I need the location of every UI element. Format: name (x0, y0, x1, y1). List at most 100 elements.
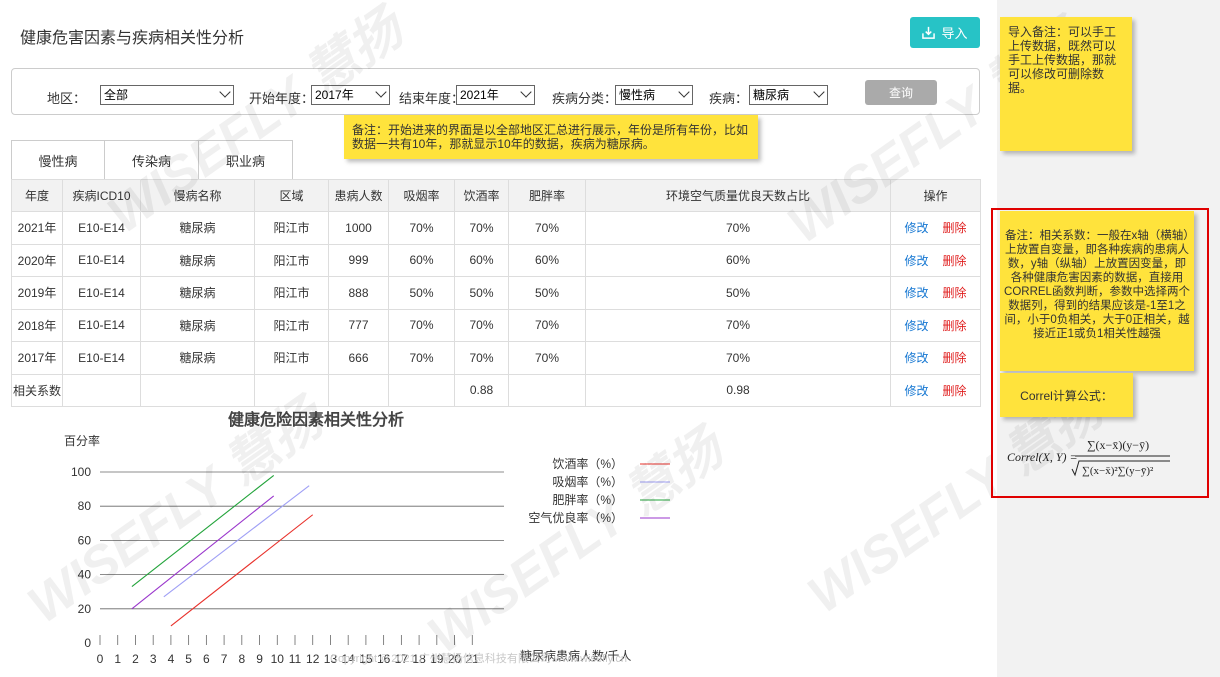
legend-label: 空气优良率（%） (528, 510, 623, 525)
delete-link[interactable]: 删除 (943, 319, 967, 333)
table-cell: 阳江市 (254, 341, 329, 375)
table-cell: 2019年 (11, 276, 63, 310)
start-year-select[interactable]: 2017年 (311, 85, 390, 105)
table-row: 2019年 E10-E14 糖尿病 阳江市 888 50% 50% 50% 50% 修改 删除 (11, 276, 981, 310)
category-select[interactable]: 慢性病 (615, 85, 693, 105)
table-cell: 70% (454, 308, 509, 342)
data-table: 年度 疾病ICD10 慢病名称 区域 患病人数 吸烟率 饮酒率 肥胖率 环境空气… (11, 179, 981, 407)
table-row: 2017年 E10-E14 糖尿病 阳江市 666 70% 70% 70% 70% 修改 删除 (11, 341, 981, 375)
x-tick-label: 4 (168, 652, 175, 666)
series-line (131, 474, 275, 588)
x-tick-label: 2 (132, 652, 139, 666)
x-tick-label: 0 (97, 652, 104, 666)
x-tick-label: 11 (289, 652, 302, 666)
table-cell (508, 373, 586, 407)
row-actions: 修改 删除 (890, 341, 981, 375)
edit-link[interactable]: 修改 (904, 286, 928, 300)
column-header: 年度 (11, 179, 63, 212)
table-cell: 50% (508, 276, 586, 310)
table-cell: 60% (508, 243, 586, 277)
table-cell: E10-E14 (62, 211, 141, 245)
category-label: 疾病分类： (552, 91, 618, 106)
y-axis-label: 百分率 (64, 433, 100, 448)
tab-chronic[interactable]: 慢性病 (11, 140, 105, 180)
legend-label: 吸烟率（%） (552, 474, 623, 489)
column-header: 环境空气质量优良天数占比 (585, 179, 891, 212)
table-cell: 70% (585, 211, 891, 245)
end-year-select[interactable]: 2021年 (456, 85, 535, 105)
chevron-down-icon (813, 86, 825, 98)
table-cell: 阳江市 (254, 308, 329, 342)
edit-link[interactable]: 修改 (904, 351, 928, 365)
column-header: 患病人数 (328, 179, 389, 212)
table-cell: 糖尿病 (140, 276, 255, 310)
start-year-label: 开始年度： (249, 91, 315, 106)
y-tick-label: 80 (78, 499, 92, 513)
correlation-row: 相关系数 0.88 0.98 修改 删除 (11, 373, 981, 407)
x-tick-label: 8 (238, 652, 245, 666)
table-cell: 糖尿病 (140, 243, 255, 277)
table-cell (254, 373, 329, 407)
table-cell: 70% (508, 341, 586, 375)
edit-link[interactable]: 修改 (904, 319, 928, 333)
table-cell: 70% (388, 308, 455, 342)
delete-link[interactable]: 删除 (943, 351, 967, 365)
correlation-line-chart: 百分率0204060801000 1 2 3 4 5 6 7 8 9 10 11 12 13 14 15 16 1… (64, 433, 670, 666)
table-cell: 70% (508, 211, 586, 245)
table-cell (328, 373, 389, 407)
disease-select[interactable]: 糖尿病 (749, 85, 828, 105)
y-tick-label: 60 (78, 533, 92, 547)
table-cell (140, 373, 255, 407)
import-icon (922, 26, 936, 39)
table-cell: 相关系数 (11, 373, 63, 407)
legend-label: 饮酒率（%） (552, 456, 623, 471)
import-label: 导入 (941, 26, 968, 41)
table-cell: 70% (454, 211, 509, 245)
table-cell: 2021年 (11, 211, 63, 245)
region-select[interactable]: 全部 (100, 85, 234, 105)
table-cell: 70% (585, 308, 891, 342)
row-actions: 修改 删除 (890, 308, 981, 342)
table-cell: 888 (328, 276, 389, 310)
table-cell: 70% (508, 308, 586, 342)
disease-tabs: 慢性病 传染病 职业病 (11, 140, 293, 180)
series-line (163, 485, 310, 598)
delete-link[interactable]: 删除 (943, 384, 967, 398)
tab-infectious[interactable]: 传染病 (105, 140, 199, 180)
chevron-down-icon (375, 86, 387, 98)
table-cell: 阳江市 (254, 211, 329, 245)
column-header: 肥胖率 (508, 179, 586, 212)
end-year-value: 2021年 (460, 88, 499, 102)
x-tick-label: 6 (203, 652, 210, 666)
table-row: 2020年 E10-E14 糖尿病 阳江市 999 60% 60% 60% 60% 修改 删除 (11, 243, 981, 277)
edit-link[interactable]: 修改 (904, 254, 928, 268)
table-cell: 阳江市 (254, 276, 329, 310)
y-tick-label: 20 (78, 602, 92, 616)
table-cell: 阳江市 (254, 243, 329, 277)
delete-link[interactable]: 删除 (943, 286, 967, 300)
category-value: 慢性病 (619, 88, 656, 102)
column-header: 饮酒率 (454, 179, 509, 212)
x-tick-label: 5 (185, 652, 192, 666)
table-cell: 60% (388, 243, 455, 277)
chart-title: 健康危险因素相关性分析 (227, 412, 404, 429)
note-default-view: 备注：开始进来的界面是以全部地区汇总进行展示，年份是所有年份，比如数据一共有10… (344, 115, 758, 159)
edit-link[interactable]: 修改 (904, 221, 928, 235)
table-cell: 2020年 (11, 243, 63, 277)
delete-link[interactable]: 删除 (943, 254, 967, 268)
edit-link[interactable]: 修改 (904, 384, 928, 398)
tab-occupational[interactable]: 职业病 (199, 140, 293, 180)
main-panel: 健康危害因素与疾病相关性分析 导入 地区： 全部 开始年度： 2017年 结束年… (0, 0, 1113, 677)
column-header: 慢病名称 (140, 179, 255, 212)
query-button[interactable]: 查询 (865, 80, 937, 105)
y-tick-label: 0 (84, 636, 91, 650)
import-button[interactable]: 导入 (910, 17, 980, 48)
table-cell: 777 (328, 308, 389, 342)
table-cell: E10-E14 (62, 308, 141, 342)
table-cell (62, 373, 141, 407)
series-line (131, 495, 275, 610)
table-cell: E10-E14 (62, 243, 141, 277)
table-cell (388, 373, 455, 407)
region-label: 地区： (47, 91, 87, 106)
delete-link[interactable]: 删除 (943, 221, 967, 235)
